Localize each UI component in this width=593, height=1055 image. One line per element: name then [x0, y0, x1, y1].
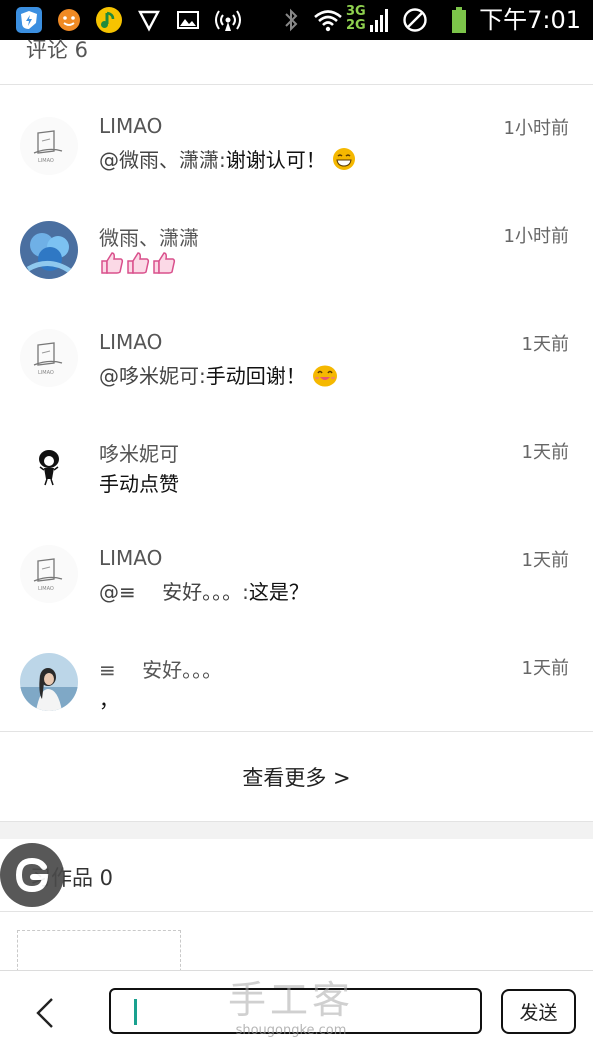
comment-body: ， [99, 688, 119, 712]
wifi-icon [312, 6, 344, 34]
svg-text:LIMAO: LIMAO [38, 370, 54, 376]
comment-body [99, 250, 179, 281]
comment-time: 1天前 [521, 442, 569, 463]
thumbs-up-icon [99, 250, 179, 281]
comment-body: 手动点赞 [99, 472, 179, 496]
smiling-emoji-icon [312, 363, 338, 392]
svg-text:LIMAO: LIMAO [38, 158, 54, 164]
view-more-button[interactable]: 查看更多 > [0, 733, 593, 821]
avatar[interactable] [20, 437, 78, 495]
comment-username[interactable]: 哆米妮可 [99, 438, 179, 467]
comment-text: 谢谢认可！ [225, 148, 326, 172]
comment-username[interactable]: 微雨、潇潇 [99, 222, 199, 251]
comment-time: 1天前 [521, 658, 569, 679]
comment-item[interactable]: LIMAO LIMAO 1小时前 @微雨、潇潇:谢谢认可！ [0, 107, 593, 215]
comment-username[interactable]: LIMAO [99, 546, 162, 570]
shield-app-icon [14, 6, 44, 34]
signal-icon [368, 6, 390, 34]
avatar[interactable]: LIMAO [20, 117, 78, 175]
comment-item[interactable]: LIMAO LIMAO 1天前 @哆米妮可:手动回谢！ [0, 323, 593, 431]
svg-text:LIMAO: LIMAO [38, 586, 54, 592]
comment-text: 手动回谢！ [205, 364, 306, 388]
floating-g-button[interactable] [0, 843, 64, 907]
divider [0, 911, 593, 912]
music-app-icon [94, 6, 124, 34]
section-separator [0, 822, 593, 839]
network-type-indicator: 3G 2G [346, 5, 366, 33]
clock-text: 下午7:01 [479, 6, 581, 34]
comment-body: @微雨、潇潇:谢谢认可！ [99, 144, 356, 176]
gallery-icon [174, 6, 202, 34]
divider [0, 84, 593, 85]
back-arrow-icon[interactable] [28, 991, 64, 1035]
comment-time: 1天前 [521, 550, 569, 571]
comment-item[interactable]: LIMAO LIMAO 1天前 @≡ 安好。。。:这是？ [0, 539, 593, 647]
avatar[interactable]: LIMAO [20, 545, 78, 603]
comments-section-title: 评论 6 [26, 38, 89, 62]
network-2g-label: 2G [346, 18, 366, 33]
avatar[interactable] [20, 653, 78, 711]
send-button[interactable]: 发送 [501, 989, 576, 1034]
divider [0, 731, 593, 732]
face-app-icon [54, 6, 84, 34]
comment-username[interactable]: ≡ 安好。。。 [99, 654, 222, 683]
reply-mention[interactable]: @哆米妮可: [99, 364, 206, 388]
avatar[interactable] [20, 221, 78, 279]
comment-item[interactable]: 微雨、潇潇 1小时前 [0, 215, 593, 323]
comment-username[interactable]: LIMAO [99, 114, 162, 138]
vpn-icon [135, 6, 163, 34]
comment-username[interactable]: LIMAO [99, 330, 162, 354]
battery-icon [448, 6, 470, 34]
comment-body: @≡ 安好。。。:这是？ [99, 576, 309, 605]
grinning-emoji-icon [332, 147, 356, 176]
text-caret [134, 999, 137, 1025]
do-not-disturb-icon [400, 6, 430, 34]
comment-time: 1小时前 [503, 118, 569, 139]
comment-time: 1小时前 [503, 226, 569, 247]
bluetooth-icon [280, 6, 302, 34]
reply-mention[interactable]: @≡ 安好。。。: [99, 580, 249, 604]
comment-time: 1天前 [521, 334, 569, 355]
reply-mention[interactable]: @微雨、潇潇: [99, 148, 226, 172]
avatar[interactable]: LIMAO [20, 329, 78, 387]
comment-input-bar: 发送 [0, 970, 593, 1055]
comment-input[interactable] [109, 988, 482, 1034]
comment-body: @哆米妮可:手动回谢！ [99, 360, 338, 392]
network-3g-label: 3G [346, 4, 366, 19]
status-bar: 3G 2G 下午7:01 [0, 0, 593, 40]
comment-item[interactable]: 哆米妮可 1天前 手动点赞 [0, 431, 593, 539]
hotspot-icon [212, 6, 244, 34]
comment-text: 这是？ [248, 580, 309, 604]
